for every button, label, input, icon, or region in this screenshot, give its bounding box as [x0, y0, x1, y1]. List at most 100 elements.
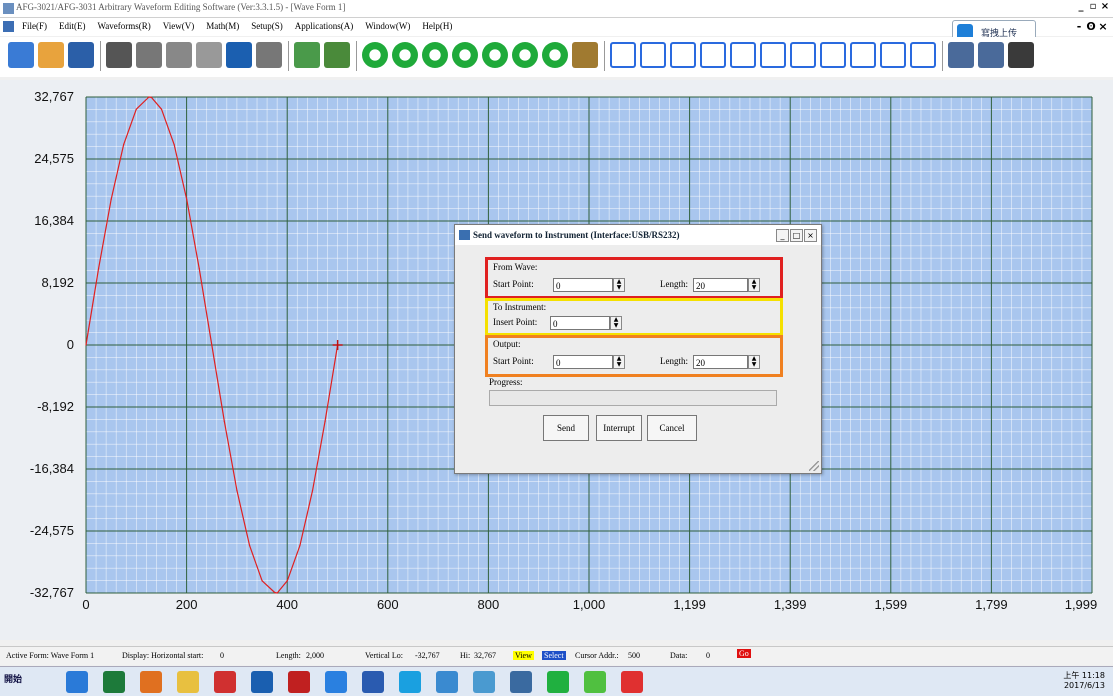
- waveform-point: [274, 591, 276, 594]
- menu-applications[interactable]: Applications(A): [295, 21, 354, 31]
- filezilla-icon[interactable]: [288, 671, 310, 693]
- print-icon[interactable]: [106, 42, 132, 68]
- from-length-label: Length:: [660, 279, 688, 289]
- output-start-input[interactable]: 0: [553, 355, 613, 369]
- redo-icon[interactable]: [256, 42, 282, 68]
- menu-setup[interactable]: Setup(S): [251, 21, 283, 31]
- select-toggle[interactable]: Select: [542, 651, 566, 660]
- pdf-icon[interactable]: [621, 671, 643, 693]
- interrupt-button[interactable]: Interrupt: [596, 415, 642, 441]
- menu-view[interactable]: View(V): [163, 21, 194, 31]
- x-tick-label: 1,399: [773, 597, 807, 612]
- zoom-in-icon[interactable]: [362, 42, 388, 68]
- line-icon[interactable]: [547, 671, 569, 693]
- insert-point-input[interactable]: 0: [550, 316, 610, 330]
- menu-waveforms[interactable]: Waveforms(R): [98, 21, 151, 31]
- document-controls: - ʘ ×: [1073, 20, 1109, 33]
- from-start-input[interactable]: 0: [553, 278, 613, 292]
- excel-icon[interactable]: [103, 671, 125, 693]
- maximize-icon[interactable]: ▫: [1087, 1, 1099, 12]
- resize-grip-icon[interactable]: [809, 461, 819, 471]
- send-button[interactable]: Send: [543, 415, 589, 441]
- hand-pan-icon[interactable]: [572, 42, 598, 68]
- baidu-icon[interactable]: [325, 671, 347, 693]
- start-button[interactable]: 開始: [4, 672, 22, 685]
- ie-icon[interactable]: [66, 671, 88, 693]
- doc-close-icon[interactable]: ×: [1097, 20, 1109, 33]
- outlook-icon[interactable]: [251, 671, 273, 693]
- dialog-close-icon[interactable]: ×: [804, 229, 817, 242]
- sine-tool-icon[interactable]: [640, 42, 666, 68]
- scroll-left-icon[interactable]: [452, 42, 478, 68]
- instrument-icon[interactable]: [948, 42, 974, 68]
- folder-icon[interactable]: [177, 671, 199, 693]
- word-icon[interactable]: [362, 671, 384, 693]
- tools-icon[interactable]: [1008, 42, 1034, 68]
- window-controls: _ ▫ ×: [1075, 1, 1111, 12]
- settings-panel-icon[interactable]: [978, 42, 1004, 68]
- status-display: Display: Horizontal start:: [122, 651, 204, 660]
- sine-wave-icon[interactable]: [730, 42, 756, 68]
- pulse-wave-icon[interactable]: [700, 42, 726, 68]
- dialog-maximize-icon[interactable]: □: [790, 229, 803, 242]
- status-hi: 32,767: [474, 651, 496, 660]
- close-icon[interactable]: ×: [1099, 1, 1111, 12]
- status-vlo: -32,767: [415, 651, 440, 660]
- new-file-icon[interactable]: [8, 42, 34, 68]
- output-length-input[interactable]: 20: [693, 355, 748, 369]
- menu-math[interactable]: Math(M): [206, 21, 239, 31]
- paste-icon[interactable]: [196, 42, 222, 68]
- from-length-input[interactable]: 20: [693, 278, 748, 292]
- undo-icon[interactable]: [226, 42, 252, 68]
- exp-rise-icon[interactable]: [820, 42, 846, 68]
- menu-items: File(F) Edit(E) Waveforms(R) View(V) Mat…: [22, 21, 452, 31]
- scroll-up-icon[interactable]: [512, 42, 538, 68]
- noise-wave-icon[interactable]: [880, 42, 906, 68]
- scroll-down-icon[interactable]: [542, 42, 568, 68]
- minimize-icon[interactable]: _: [1075, 1, 1087, 12]
- paint-icon[interactable]: [473, 671, 495, 693]
- menu-file[interactable]: File(F): [22, 21, 47, 31]
- square-wave-icon[interactable]: [670, 42, 696, 68]
- output-length-spinner[interactable]: ▲ ▼: [748, 355, 760, 369]
- cancel-button[interactable]: Cancel: [647, 415, 697, 441]
- dc-wave-icon[interactable]: [910, 42, 936, 68]
- from-length-spinner[interactable]: ▲ ▼: [748, 278, 760, 292]
- document-icon[interactable]: [3, 21, 14, 32]
- cut-icon[interactable]: [136, 42, 162, 68]
- output-start-spinner[interactable]: ▲ ▼: [613, 355, 625, 369]
- open-folder-icon[interactable]: [38, 42, 64, 68]
- view-toggle[interactable]: View: [513, 651, 534, 660]
- line-tool-icon[interactable]: [610, 42, 636, 68]
- outlook-icon[interactable]: [140, 671, 162, 693]
- zoom-auto-icon[interactable]: [422, 42, 448, 68]
- skype-icon[interactable]: [399, 671, 421, 693]
- toolbar-separator: [288, 41, 289, 71]
- triangle-wave-icon[interactable]: [760, 42, 786, 68]
- doc-minimize-icon[interactable]: -: [1073, 20, 1085, 33]
- go-button[interactable]: Go: [737, 649, 751, 658]
- menu-window[interactable]: Window(W): [365, 21, 410, 31]
- output-length-label: Length:: [660, 356, 688, 366]
- chrome-icon[interactable]: [214, 671, 236, 693]
- wechat-icon[interactable]: [584, 671, 606, 693]
- waveform-point: [236, 490, 238, 492]
- from-start-spinner[interactable]: ▲ ▼: [613, 278, 625, 292]
- zoom-out-icon[interactable]: [392, 42, 418, 68]
- menu-edit[interactable]: Edit(E): [59, 21, 86, 31]
- wave-view-icon[interactable]: [294, 42, 320, 68]
- save-icon[interactable]: [68, 42, 94, 68]
- exp-fall-icon[interactable]: [850, 42, 876, 68]
- dialog-minimize-icon[interactable]: _: [776, 229, 789, 242]
- scroll-right-icon[interactable]: [482, 42, 508, 68]
- photo-icon[interactable]: [436, 671, 458, 693]
- insert-point-spinner[interactable]: ▲ ▼: [610, 316, 622, 330]
- ramp-wave-icon[interactable]: [790, 42, 816, 68]
- afg-app-icon[interactable]: [510, 671, 532, 693]
- doc-restore-icon[interactable]: ʘ: [1085, 20, 1097, 33]
- menu-help[interactable]: Help(H): [422, 21, 452, 31]
- y-tick-label: 16,384: [34, 213, 74, 228]
- dialog-title-bar[interactable]: Send waveform to Instrument (Interface:U…: [455, 225, 821, 245]
- image-icon[interactable]: [324, 42, 350, 68]
- copy-icon[interactable]: [166, 42, 192, 68]
